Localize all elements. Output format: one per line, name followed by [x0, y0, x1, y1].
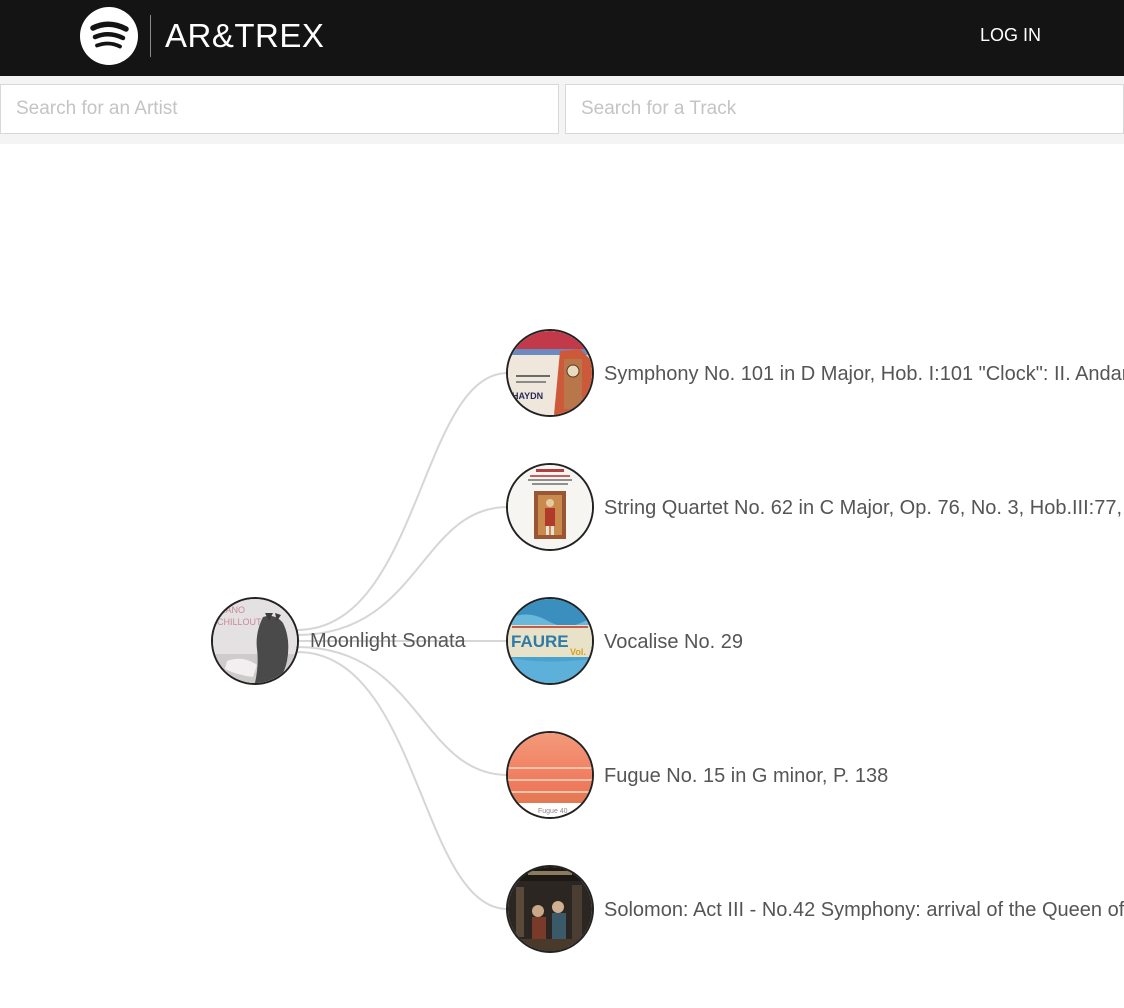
root-track-title[interactable]: Moonlight Sonata: [310, 629, 466, 653]
tree-link: [296, 651, 509, 910]
child-art-text: HAYDN: [512, 391, 543, 401]
child-track-title[interactable]: Symphony No. 101 in D Major, Hob. I:101 …: [604, 362, 1124, 386]
tree-link: [296, 372, 509, 631]
child-track-album-art[interactable]: [506, 463, 594, 551]
child-track-album-art[interactable]: [506, 865, 594, 953]
tree-link: [296, 646, 509, 776]
child-track-title[interactable]: Solomon: Act III - No.42 Symphony: arriv…: [604, 898, 1124, 922]
svg-text:CHILLOUT: CHILLOUT: [217, 617, 262, 627]
child-art-text: Fugue 40: [538, 808, 568, 815]
root-track-album-art[interactable]: PIANO CHILLOUT: [211, 597, 299, 685]
child-track-album-art[interactable]: Fugue 40: [506, 731, 594, 819]
child-track-album-art[interactable]: FAURE Vol.: [506, 597, 594, 685]
child-track-title[interactable]: Fugue No. 15 in G minor, P. 138: [604, 764, 888, 788]
child-track-album-art[interactable]: HAYDN: [506, 329, 594, 417]
child-track-title[interactable]: String Quartet No. 62 in C Major, Op. 76…: [604, 496, 1122, 520]
child-track-title[interactable]: Vocalise No. 29: [604, 630, 743, 654]
child-art-text: FAURE: [511, 632, 569, 651]
tree-link: [296, 506, 509, 636]
svg-text:Vol.: Vol.: [570, 647, 586, 657]
